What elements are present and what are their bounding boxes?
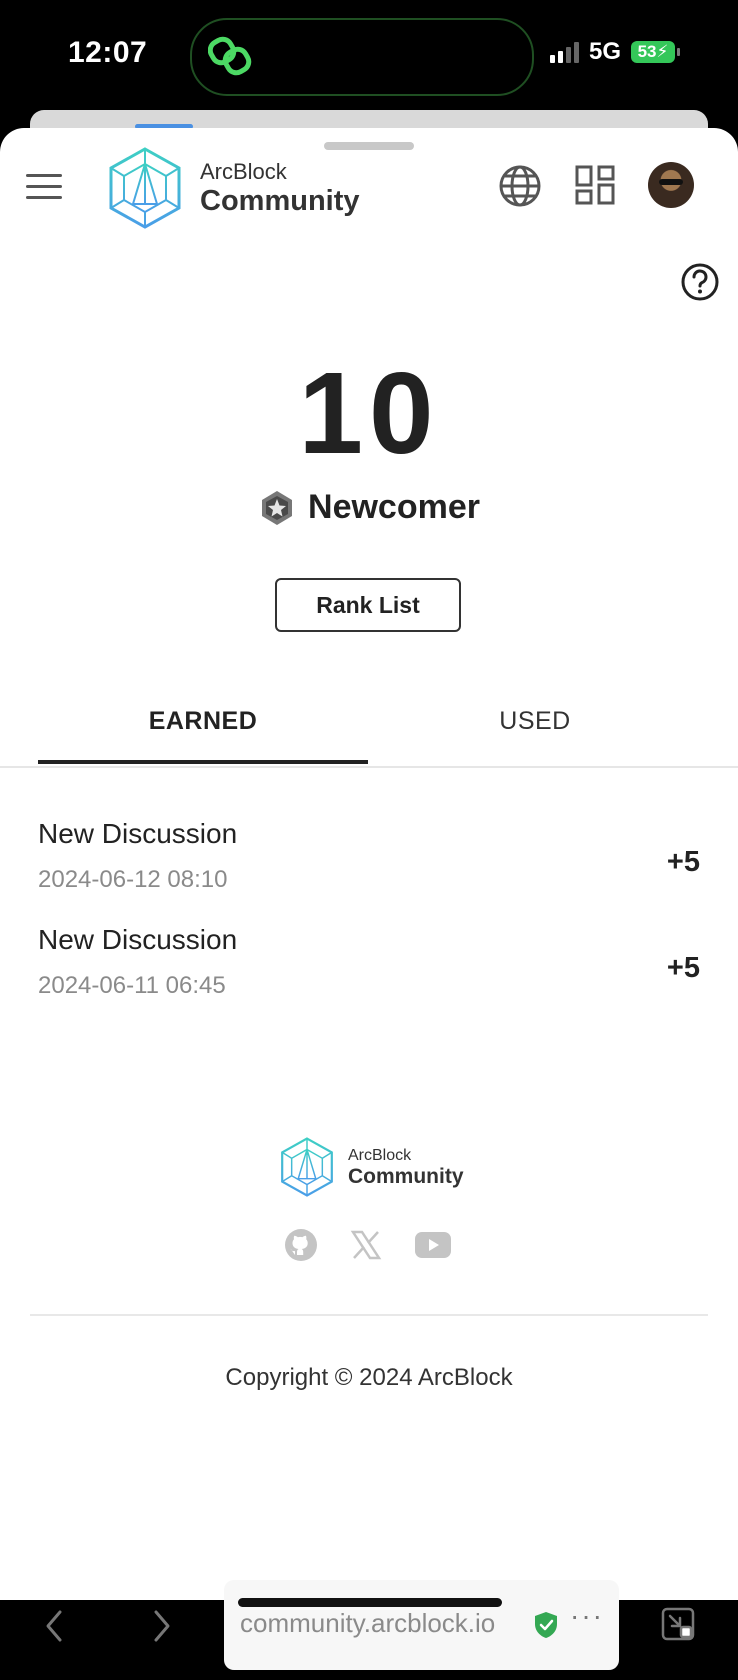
status-bar: 12:07 5G 53 ⚡ xyxy=(0,0,738,110)
globe-icon[interactable] xyxy=(498,164,542,208)
help-icon[interactable] xyxy=(680,262,720,302)
youtube-icon[interactable] xyxy=(414,1231,452,1259)
exit-fullscreen-icon[interactable] xyxy=(660,1606,696,1642)
tab-earned[interactable]: EARNED xyxy=(38,678,368,764)
arcblock-logo-icon xyxy=(109,147,181,229)
tab-used[interactable]: USED xyxy=(370,678,700,764)
list-item: New Discussion 2024-06-12 08:10 +5 xyxy=(0,818,738,924)
social-links xyxy=(284,1228,452,1262)
record-points: +5 xyxy=(666,952,700,984)
record-title: New Discussion xyxy=(38,818,238,849)
forward-icon[interactable] xyxy=(148,1606,176,1646)
record-title: New Discussion xyxy=(38,924,238,955)
home-indicator[interactable] xyxy=(238,1598,502,1607)
address-bar[interactable]: community.arcblock.io ··· xyxy=(224,1580,619,1670)
footer-logo[interactable]: ArcBlock Community xyxy=(280,1136,464,1198)
points-tabs: EARNED USED xyxy=(0,678,738,768)
footer-logo-name: Community xyxy=(348,1164,464,1188)
level-badge: Newcomer xyxy=(0,488,738,527)
apps-grid-icon[interactable] xyxy=(574,164,616,206)
menu-icon xyxy=(26,174,62,177)
battery-level: 53 xyxy=(637,42,657,61)
footer-divider xyxy=(30,1314,708,1316)
footer-logo-brand: ArcBlock xyxy=(348,1146,412,1164)
status-indicators: 5G 53 ⚡ xyxy=(550,38,681,66)
site-header: ArcBlock Community xyxy=(0,142,738,232)
more-options-icon[interactable]: ··· xyxy=(570,1600,604,1632)
dynamic-island[interactable] xyxy=(190,18,534,96)
x-icon[interactable] xyxy=(350,1229,382,1261)
link-icon xyxy=(208,36,252,76)
list-item: New Discussion 2024-06-11 06:45 +5 xyxy=(0,924,738,1030)
copyright-text: Copyright © 2024 ArcBlock xyxy=(225,1364,513,1391)
newcomer-badge-icon xyxy=(262,490,293,525)
url-text: community.arcblock.io xyxy=(240,1608,496,1638)
logo-name: Community xyxy=(200,184,360,217)
network-type: 5G xyxy=(589,38,622,65)
battery-icon: 53 ⚡ xyxy=(631,41,681,63)
record-time: 2024-06-11 06:45 xyxy=(38,972,226,999)
back-icon[interactable] xyxy=(40,1606,68,1646)
secure-shield-icon xyxy=(535,1612,557,1638)
logo-brand: ArcBlock xyxy=(200,158,287,184)
menu-button[interactable] xyxy=(26,174,62,202)
avatar[interactable] xyxy=(648,162,694,208)
page-sheet: ArcBlock Community 10 Newcomer Rank List… xyxy=(0,128,738,1670)
level-name: Newcomer xyxy=(308,488,480,526)
github-icon[interactable] xyxy=(284,1228,318,1262)
record-points: +5 xyxy=(666,846,700,878)
points-records: New Discussion 2024-06-12 08:10 +5 New D… xyxy=(0,818,738,1030)
browser-toolbar: community.arcblock.io ··· xyxy=(0,1580,738,1680)
status-time: 12:07 xyxy=(68,36,148,69)
arcblock-logo-icon xyxy=(281,1137,333,1197)
site-logo[interactable]: ArcBlock Community xyxy=(108,146,360,230)
record-time: 2024-06-12 08:10 xyxy=(38,866,228,893)
active-tab-indicator xyxy=(38,760,368,764)
signal-icon xyxy=(550,41,579,63)
rank-list-button[interactable]: Rank List xyxy=(275,578,461,632)
points-total: 10 xyxy=(298,348,440,478)
